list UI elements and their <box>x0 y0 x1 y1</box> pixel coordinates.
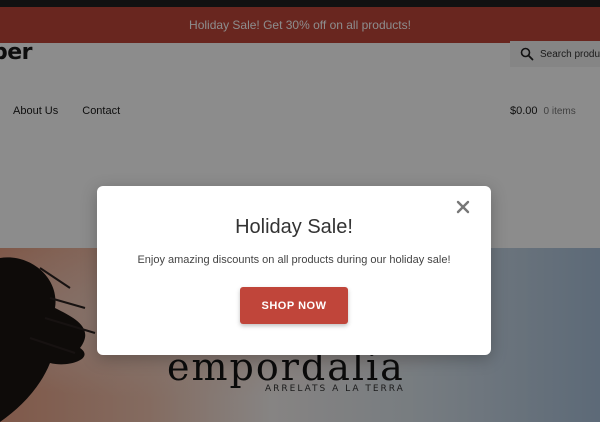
popup-title: Holiday Sale! <box>235 216 353 238</box>
close-icon[interactable] <box>456 200 470 214</box>
holiday-sale-popup: Holiday Sale! Enjoy amazing discounts on… <box>97 186 491 355</box>
popup-message: Enjoy amazing discounts on all products … <box>137 254 451 266</box>
shop-now-button[interactable]: SHOP NOW <box>240 287 348 324</box>
